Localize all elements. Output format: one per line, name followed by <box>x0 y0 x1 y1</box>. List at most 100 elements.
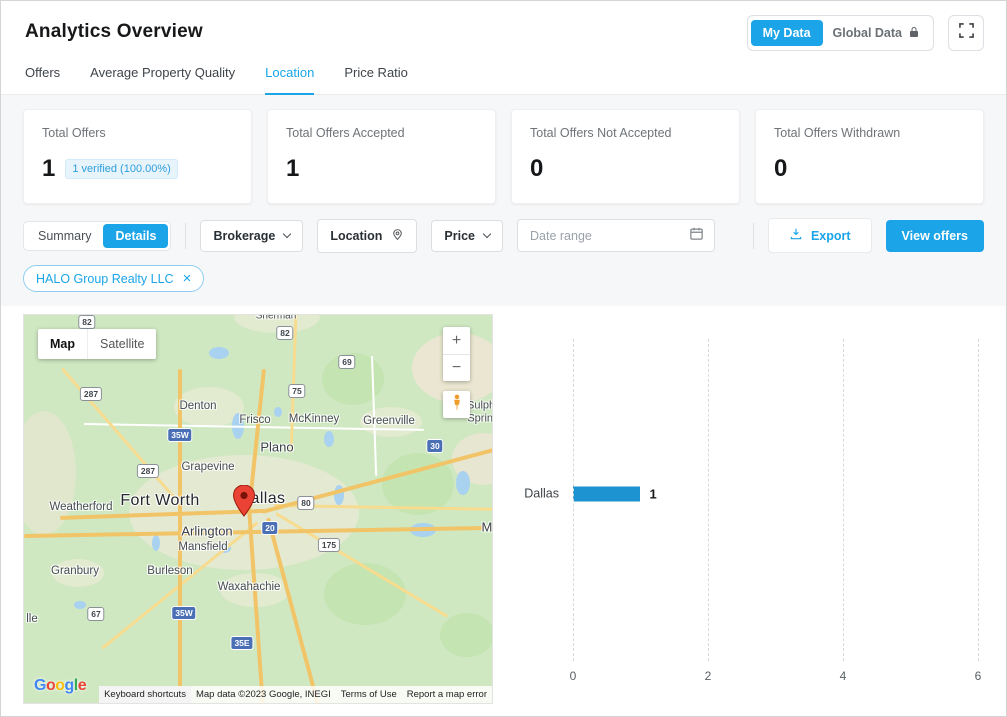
price-dropdown[interactable]: Price <box>431 219 504 252</box>
highway-shield: 287 <box>79 387 103 401</box>
fullscreen-icon <box>958 23 974 43</box>
page-title: Analytics Overview <box>25 21 203 42</box>
highway-shield: 80 <box>297 496 315 510</box>
toolbar: Summary Details Brokerage Location Price <box>23 218 984 253</box>
tab-bar: Offers Average Property Quality Location… <box>1 59 1006 95</box>
terms-of-use-link[interactable]: Terms of Use <box>335 686 402 703</box>
map-city-label: Sherman <box>255 314 297 322</box>
stat-card-offers-accepted: Total Offers Accepted 1 <box>267 109 496 204</box>
report-map-error-link[interactable]: Report a map error <box>401 686 492 703</box>
toolbar-divider <box>185 222 187 249</box>
map-data-credit: Map data ©2023 Google, INEGI <box>190 686 336 703</box>
tab-price-ratio[interactable]: Price Ratio <box>344 65 408 94</box>
location-dropdown[interactable]: Location <box>317 218 418 253</box>
map-city-label: Waxahachie <box>217 581 281 593</box>
stat-label: Total Offers <box>42 126 106 140</box>
lock-icon <box>908 26 920 41</box>
highway-shield: 35E <box>230 636 254 650</box>
tab-average-property-quality[interactable]: Average Property Quality <box>90 65 235 94</box>
price-dropdown-label: Price <box>444 228 476 243</box>
category-label: Dallas <box>524 486 559 501</box>
map-canvas[interactable]: Map Satellite + − Google Keyboard shortc… <box>23 314 493 704</box>
map-city-label: Weatherford <box>49 501 113 513</box>
highway-shield: 287 <box>136 464 160 478</box>
header-controls: My Data Global Data <box>746 15 984 51</box>
map-marker-pin[interactable] <box>232 484 256 522</box>
zoom-control: + − <box>443 327 470 381</box>
close-icon[interactable]: × <box>183 271 192 286</box>
chart-bar <box>573 486 641 502</box>
offers-by-city-chart: Dallas 1 0 2 4 6 <box>511 314 984 706</box>
tab-offers[interactable]: Offers <box>25 65 60 94</box>
calendar-icon <box>689 226 704 246</box>
stat-value: 1 <box>42 155 56 182</box>
data-scope-toggle: My Data Global Data <box>746 15 934 51</box>
stat-value: 1 <box>286 155 300 182</box>
map-attribution: Keyboard shortcuts Map data ©2023 Google… <box>99 686 492 703</box>
stat-label: Total Offers Accepted <box>286 126 405 140</box>
bar-row: Dallas 1 <box>524 486 978 502</box>
zoom-in-button[interactable]: + <box>443 327 470 354</box>
bar-value-label: 1 <box>649 486 657 502</box>
map-city-label: Min <box>481 519 493 535</box>
location-dropdown-label: Location <box>330 228 383 243</box>
map-city-label: McKinney <box>288 413 340 425</box>
global-data-button[interactable]: Global Data <box>823 20 930 47</box>
highway-shield: 35W <box>171 606 197 620</box>
highway-shield: 82 <box>78 315 96 329</box>
map-view-button[interactable]: Map <box>38 329 87 359</box>
brokerage-dropdown-label: Brokerage <box>213 228 276 243</box>
header: Analytics Overview My Data Global Data <box>1 1 1006 59</box>
satellite-view-button[interactable]: Satellite <box>87 329 157 359</box>
highway-shield: 69 <box>338 355 356 369</box>
details-button[interactable]: Details <box>103 223 169 248</box>
stat-card-offers-withdrawn: Total Offers Withdrawn 0 <box>755 109 984 204</box>
highway-shield: 82 <box>276 326 294 340</box>
google-logo: Google <box>34 677 87 694</box>
stat-value: 0 <box>774 155 788 182</box>
view-offers-button[interactable]: View offers <box>885 219 984 252</box>
summary-button[interactable]: Summary <box>26 224 103 248</box>
location-content: Map Satellite + − Google Keyboard shortc… <box>1 306 1006 706</box>
chevron-down-icon <box>482 229 492 239</box>
verified-badge: 1 verified (100.00%) <box>65 159 178 179</box>
bar-chart-plot: Dallas 1 0 2 4 6 <box>524 339 981 683</box>
stat-value: 0 <box>530 155 544 182</box>
fullscreen-button[interactable] <box>948 15 984 51</box>
zoom-out-button[interactable]: − <box>443 354 470 381</box>
map-city-label: Arlington <box>181 523 233 539</box>
export-button[interactable]: Export <box>767 218 872 253</box>
x-axis-tick-label: 2 <box>704 669 712 683</box>
pegman-icon <box>450 394 464 415</box>
brokerage-filter-chip[interactable]: HALO Group Realty LLC × <box>23 265 205 292</box>
tab-location[interactable]: Location <box>265 65 315 95</box>
map-city-label: Denton <box>179 400 217 412</box>
map-city-label: Burleson <box>147 565 193 577</box>
chart-gridline <box>707 339 709 661</box>
highway-shield: 35W <box>167 428 193 442</box>
toolbar-divider <box>752 222 754 249</box>
chart-gridline <box>842 339 844 661</box>
analytics-page: Analytics Overview My Data Global Data O… <box>0 0 1007 717</box>
summary-details-toggle: Summary Details <box>23 220 172 251</box>
my-data-button[interactable]: My Data <box>750 20 823 46</box>
date-range-input[interactable] <box>528 227 679 244</box>
brokerage-dropdown[interactable]: Brokerage <box>200 219 304 252</box>
stat-label: Total Offers Withdrawn <box>774 126 901 140</box>
filter-chip-label: HALO Group Realty LLC <box>36 271 174 286</box>
keyboard-shortcuts-link[interactable]: Keyboard shortcuts <box>99 686 191 703</box>
map-city-label: Plano <box>260 439 294 455</box>
stat-card-offers-not-accepted: Total Offers Not Accepted 0 <box>511 109 740 204</box>
chart-gridline <box>978 339 979 661</box>
chevron-down-icon <box>283 229 292 239</box>
map-city-label: Greenville <box>363 415 415 427</box>
map-city-label: lle <box>26 613 38 625</box>
active-filters-row: HALO Group Realty LLC × <box>23 265 984 292</box>
download-icon <box>789 227 803 244</box>
stat-cards: Total Offers 1 1 verified (100.00%) Tota… <box>23 109 984 204</box>
map-city-label: Frisco <box>239 414 271 426</box>
map-city-label: Grapevine <box>181 461 235 473</box>
street-view-pegman-button[interactable] <box>443 391 470 418</box>
x-axis-tick-label: 0 <box>569 669 577 683</box>
highway-shield: 67 <box>87 607 105 621</box>
